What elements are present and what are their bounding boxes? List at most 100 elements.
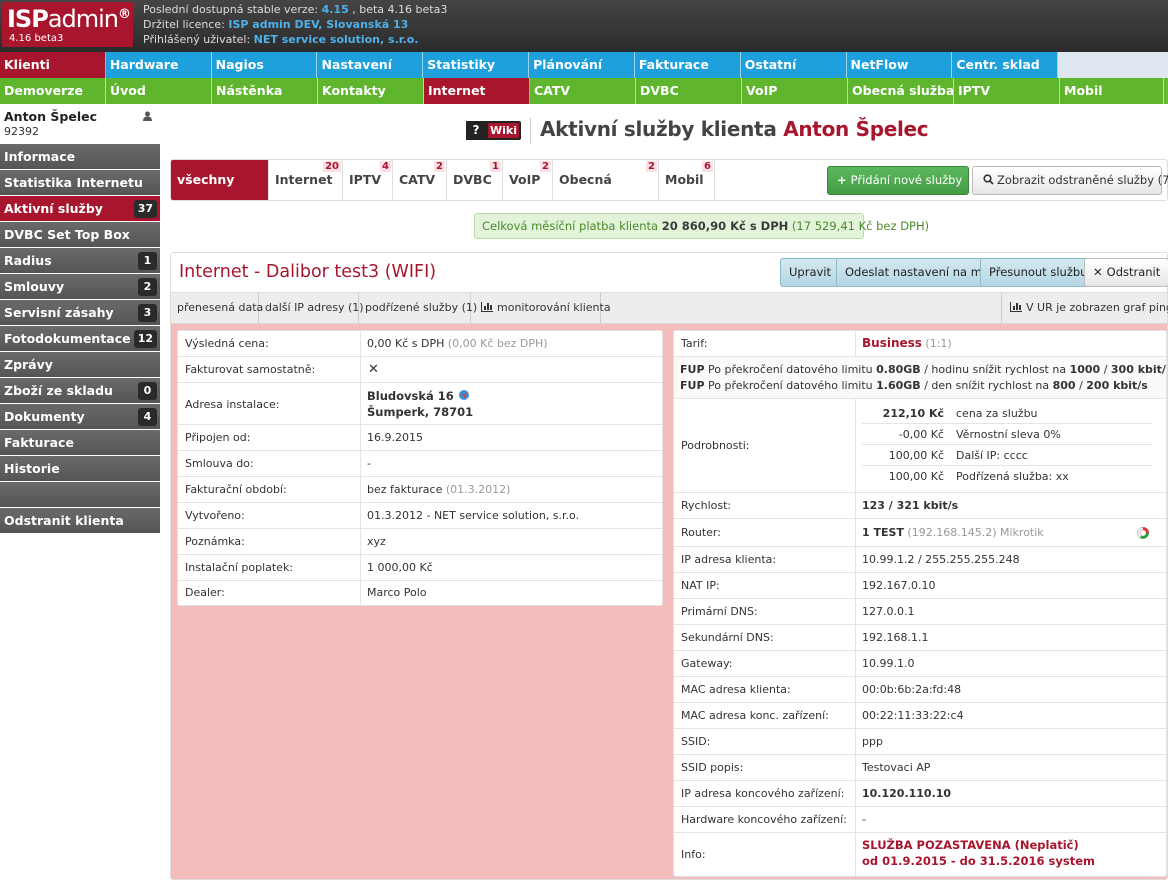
sidebar-item-label: Zprávy [4, 357, 53, 372]
add-service-button[interactable]: + Přidání nové služby [827, 166, 980, 195]
sidebar-item-zpravy[interactable]: Zprávy [0, 352, 160, 378]
sidebar-item-fotodokumentace[interactable]: Fotodokumentace 12 [0, 326, 160, 352]
fup-text: / hodinu snížit rychlost na [920, 363, 1070, 376]
fup-label: FUP [680, 379, 705, 392]
logged-user[interactable]: NET service solution, s.r.o. [254, 33, 419, 46]
router-name[interactable]: 1 TEST [862, 526, 904, 539]
tab-iptv[interactable]: IPTV 4 [343, 160, 393, 200]
tab-label: všechny služby [177, 172, 235, 227]
stable-version-link[interactable]: 4.15 [322, 3, 349, 16]
subtab-additional-ips[interactable]: další IP adresy (1) [259, 293, 364, 323]
sidebar-item-dokumenty[interactable]: Dokumenty 4 [0, 404, 160, 430]
submenu-voip[interactable]: VoIP [742, 78, 848, 104]
router-type: Mikrotik [996, 526, 1044, 539]
menu-nagios[interactable]: Nagios [211, 52, 318, 78]
tab-mobil[interactable]: Mobil 6 [659, 160, 715, 200]
submenu-nastenka[interactable]: Nástěnka [212, 78, 318, 104]
menu-centr-sklad[interactable]: Centr. sklad [952, 52, 1059, 78]
sidebar-item-statistika-internetu[interactable]: Statistika Internetu [0, 170, 160, 196]
bar-chart-icon [481, 302, 493, 312]
tab-obecna-sluzba[interactable]: Obecná služba2 [553, 160, 659, 227]
help-icon: ? [466, 121, 486, 140]
modify-button[interactable]: Upravit [780, 258, 841, 287]
remove-service-button[interactable]: ✕ Odstranit [1084, 258, 1168, 287]
menu-hardware[interactable]: Hardware [105, 52, 212, 78]
fup-limit: 0.80GB [876, 363, 921, 376]
address-street: Bludovská 16 [367, 389, 454, 403]
map-icon[interactable] [458, 389, 470, 401]
submenu-demoverze[interactable]: Demoverze [0, 78, 106, 104]
menu-fakturace[interactable]: Fakturace [634, 52, 741, 78]
menu-netflow[interactable]: NetFlow [846, 52, 953, 78]
header-info-line-user: Přihlášený uživatel: NET service solutio… [143, 32, 447, 47]
sidebar-item-aktivni-sluzby[interactable]: Aktivní služby 37 [0, 196, 160, 222]
move-service-button[interactable]: Přesunout službu [980, 258, 1097, 287]
submenu-obecna-sluzba[interactable]: Obecná služba [848, 78, 954, 104]
submenu-uvod[interactable]: Úvod [106, 78, 212, 104]
fee-value: 1 000,00 Kč [367, 561, 433, 574]
mikrotik-icon[interactable] [1136, 526, 1150, 540]
beta-version-text: , beta 4.16 beta3 [348, 3, 448, 16]
sidebar-item-label: DVBC Set Top Box [4, 227, 130, 242]
ssid-desc-value: Testovaci AP [862, 761, 931, 774]
submenu-internet[interactable]: Internet [424, 78, 530, 104]
fup-down: 800 [1052, 379, 1076, 392]
submenu-iptv[interactable]: IPTV [954, 78, 1060, 104]
submenu-kontakty[interactable]: Kontakty [318, 78, 424, 104]
subtab-sub-services[interactable]: podřízené služby (1) [359, 293, 477, 323]
sidebar-item-servisni-zasahy[interactable]: Servisní zásahy 3 [0, 300, 160, 326]
menu-statistiky[interactable]: Statistiky [423, 52, 530, 78]
row-label: Výsledná cena: [185, 337, 269, 350]
count-badge: 4 [138, 408, 157, 426]
tab-vsechny-sluzby[interactable]: všechny služby [171, 160, 269, 227]
subtab-transferred-data[interactable]: přenesená data [171, 293, 263, 323]
detail-desc: cena za službu [956, 407, 1038, 420]
app-logo[interactable]: ISPadmin® 4.16 beta3 [2, 2, 133, 47]
bar-chart-icon [1010, 302, 1022, 312]
wiki-button[interactable]: ? Wiki [466, 121, 521, 140]
row-label: Rychlost: [681, 499, 732, 512]
sidebar-item-smlouvy[interactable]: Smlouvy 2 [0, 274, 160, 300]
menu-nastaveni[interactable]: Nastavení [317, 52, 424, 78]
detail-row: 100,00 Kč Podřízená služba: xx [862, 466, 1152, 487]
detail-desc: Věrnostní sleva 0% [956, 428, 1061, 441]
service-title: Internet - Dalibor test3 (WIFI) [179, 262, 437, 282]
sidebar-item-informace[interactable]: Informace [0, 144, 160, 170]
tab-label: Internet [275, 172, 333, 187]
menu-ostatni[interactable]: Ostatní [740, 52, 847, 78]
detail-amount: 100,00 Kč [888, 470, 944, 483]
user-icon [143, 111, 152, 121]
tab-catv[interactable]: CATV 2 [393, 160, 447, 200]
logo-text-main: ISP [7, 5, 49, 33]
menu-klienti[interactable]: Klienti [0, 52, 106, 78]
tab-count: 6 [702, 161, 713, 172]
dns1-value: 127.0.0.1 [862, 605, 915, 618]
tab-voip[interactable]: VoIP 2 [503, 160, 553, 200]
sidebar-item-dvbc-set-top-box[interactable]: DVBC Set Top Box [0, 222, 160, 248]
submenu-mobil[interactable]: Mobil [1060, 78, 1164, 104]
ping-note-label: V UR je zobrazen graf pingu [1026, 301, 1168, 314]
sidebar-item-historie[interactable]: Historie [0, 456, 160, 482]
submenu-catv[interactable]: CATV [530, 78, 636, 104]
table-row: Vytvořeno: 01.3.2012 - NET service soluti… [178, 503, 662, 529]
sidebar-item-zbozi-ze-skladu[interactable]: Zboží ze skladu 0 [0, 378, 160, 404]
table-row: Smlouva do: - [178, 451, 662, 477]
sidebar-item-odstranit-klienta[interactable]: Odstranit klienta [0, 508, 160, 534]
menu-filler [1058, 52, 1168, 78]
price-net-value: (0,00 Kč bez DPH) [444, 337, 548, 350]
ip-value: 10.99.1.2 / 255.255.255.248 [862, 553, 1020, 566]
sidebar-item-label: Zboží ze skladu [4, 383, 113, 398]
subtab-monitoring[interactable]: monitorování klienta [471, 293, 611, 323]
sidebar-item-label: Dokumenty [4, 409, 85, 424]
submenu-dvbc[interactable]: DVBC [636, 78, 742, 104]
table-row: Instalační poplatek: 1 000,00 Kč [178, 555, 662, 581]
sidebar-item-radius[interactable]: Radius 1 [0, 248, 160, 274]
service-technical-table: Tarif: Business (1:1) FUP Po překročení d… [673, 330, 1167, 877]
tab-internet[interactable]: Internet 20 [269, 160, 343, 200]
tariff-value[interactable]: Business [862, 336, 922, 350]
sidebar-item-fakturace[interactable]: Fakturace [0, 430, 160, 456]
tab-dvbc[interactable]: DVBC 1 [447, 160, 503, 200]
menu-planovani[interactable]: Plánování [529, 52, 635, 78]
router-ip: (192.168.145.2) [903, 526, 997, 539]
show-removed-services-button[interactable]: Zobrazit odstraněné služby (75) [972, 166, 1168, 195]
